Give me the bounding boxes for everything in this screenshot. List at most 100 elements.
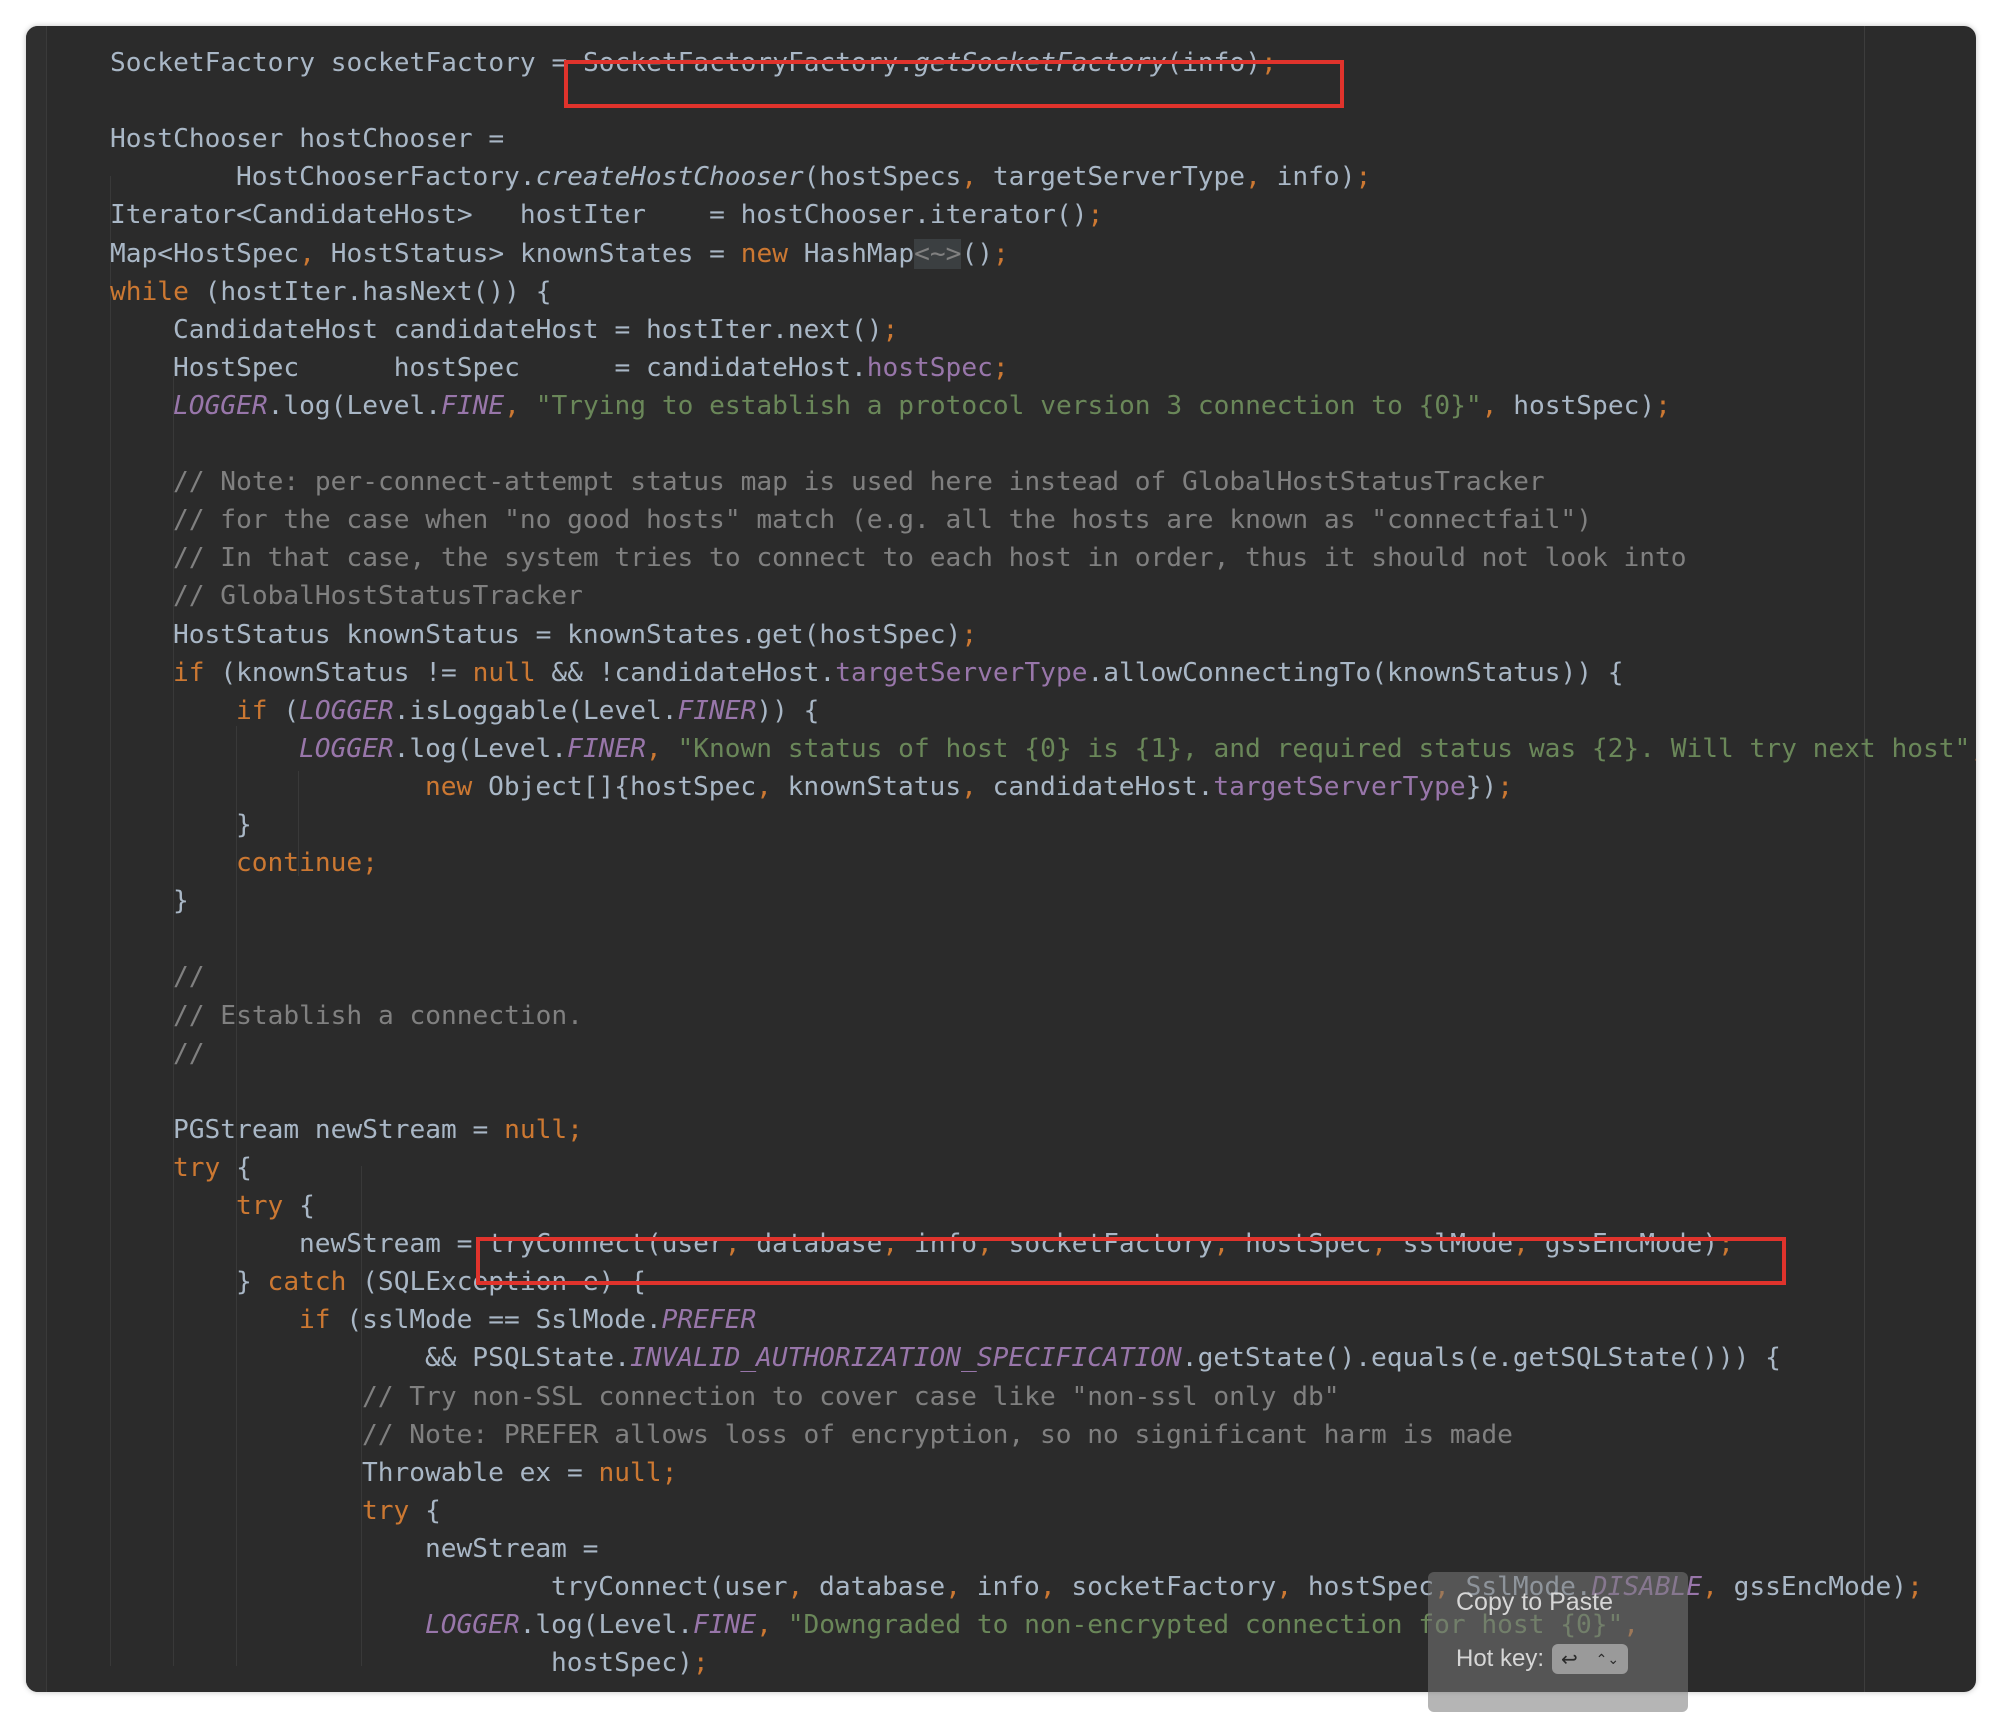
code-line[interactable]: Iterator<CandidateHost> hostIter = hostC… [110, 196, 1103, 234]
code-token: if [236, 695, 268, 726]
code-line[interactable]: } catch (SQLException e) { [236, 1263, 646, 1301]
code-token: // Try non-SSL connection to cover case … [362, 1381, 1340, 1412]
code-token: while [110, 276, 189, 307]
code-line[interactable]: } [173, 882, 189, 920]
code-token: if [299, 1305, 331, 1336]
code-token: , [1245, 162, 1261, 193]
code-line[interactable]: // Note: PREFER allows loss of encryptio… [362, 1416, 1513, 1454]
code-token: HostSpec hostSpec = candidateHost. [173, 352, 867, 383]
code-line[interactable]: newStream = [425, 1530, 598, 1568]
code-line[interactable]: // Note: per-connect-attempt status map … [173, 463, 1545, 501]
code-token: , [945, 1572, 961, 1602]
code-token: if [173, 657, 205, 688]
code-line[interactable]: while (hostIter.hasNext()) { [110, 273, 551, 311]
code-token: database [740, 1229, 883, 1260]
code-token: info [898, 1229, 978, 1260]
code-line[interactable]: Map<HostSpec, HostStatus> knownStates = … [110, 235, 1009, 273]
code-token: new [425, 771, 473, 802]
code-line[interactable]: SocketFactory socketFactory = SocketFact… [110, 44, 1277, 82]
code-editor-panel[interactable]: SocketFactory socketFactory = SocketFact… [26, 26, 1976, 1692]
code-token: } [236, 1267, 268, 1298]
code-line[interactable]: new Object[]{hostSpec, knownStatus, cand… [425, 768, 1513, 806]
code-line[interactable]: // [173, 1035, 205, 1073]
code-token: createHostChooser [535, 162, 804, 193]
code-token: try [362, 1495, 410, 1526]
code-line[interactable]: // GlobalHostStatusTracker [173, 577, 583, 615]
code-line[interactable]: // In that case, the system tries to con… [173, 539, 1687, 577]
code-line[interactable]: HostStatus knownStatus = knownStates.get… [173, 616, 977, 654]
hotkey-selector[interactable]: ↩ ⌃⌄ [1552, 1644, 1629, 1674]
code-area[interactable]: SocketFactory socketFactory = SocketFact… [110, 26, 1976, 1692]
code-token: targetServerType [977, 162, 1246, 193]
code-line[interactable]: if (sslMode == SslMode.PREFER [299, 1301, 756, 1339]
code-line[interactable]: if (LOGGER.isLoggable(Level.FINER)) { [236, 692, 819, 730]
code-token: gssEncMode) [1717, 1572, 1908, 1602]
code-token: socketFactory [992, 1229, 1214, 1260]
code-token: }) [1465, 771, 1498, 802]
code-token: hostSpec [1229, 1229, 1372, 1260]
code-token: // GlobalHostStatusTracker [173, 581, 583, 612]
code-token: HostStatus> knownStates = [314, 238, 741, 269]
code-line[interactable]: tryConnect(user, database, info, socketF… [551, 1568, 1923, 1606]
code-token: && !candidateHost. [535, 657, 836, 688]
editor-gutter [26, 26, 47, 1692]
code-line[interactable]: // Try non-SSL connection to cover case … [362, 1378, 1340, 1416]
code-line[interactable]: && PSQLState.INVALID_AUTHORIZATION_SPECI… [425, 1339, 1781, 1377]
code-token: ( [267, 695, 300, 726]
code-token: , [1481, 390, 1498, 421]
code-token: tryConnect(user [551, 1572, 788, 1602]
code-line[interactable]: Throwable ex = null; [362, 1454, 677, 1492]
code-line[interactable]: newStream = tryConnect(user, database, i… [299, 1225, 1734, 1263]
code-token: HostStatus knownStatus = knownStates.get… [173, 619, 962, 650]
code-token: ; [1907, 1572, 1923, 1602]
code-token: , [1371, 1229, 1387, 1260]
code-token: { [283, 1191, 315, 1221]
copy-to-paste-tooltip[interactable]: Copy to Paste Hot key: ↩ ⌃⌄ [1428, 1572, 1688, 1712]
code-line[interactable]: if (knownStatus != null && !candidateHos… [173, 654, 1624, 692]
code-line[interactable]: HostChooserFactory.createHostChooser(hos… [236, 158, 1371, 196]
code-line[interactable]: CandidateHost candidateHost = hostIter.n… [173, 311, 898, 349]
code-token: (SQLException e) { [346, 1267, 646, 1298]
code-token: .log(Level. [519, 1610, 694, 1641]
code-token: ; [692, 1648, 709, 1679]
code-line[interactable]: try { [173, 1149, 252, 1187]
code-line[interactable]: LOGGER.log(Level.FINE, "Trying to establ… [173, 387, 1671, 425]
code-token: ; [993, 238, 1009, 269]
code-token: Map<HostSpec [110, 238, 300, 269]
code-token: hostSpec) [1497, 390, 1656, 421]
code-token: LOGGER [299, 695, 394, 726]
code-token: null; [598, 1457, 678, 1488]
code-token: ; [1355, 162, 1372, 193]
code-token: , [504, 390, 520, 421]
code-token: // Establish a connection. [173, 1000, 583, 1031]
code-token: candidateHost. [976, 771, 1214, 802]
code-token: } [173, 886, 189, 917]
code-line[interactable]: continue; [236, 844, 378, 882]
code-line[interactable]: // Establish a connection. [173, 997, 583, 1035]
code-token: ; [961, 619, 978, 650]
hotkey-label: Hot key: [1456, 1645, 1545, 1672]
code-line[interactable]: PGStream newStream = null; [173, 1111, 583, 1149]
code-line[interactable]: try { [362, 1492, 441, 1530]
code-line[interactable]: hostSpec); [551, 1644, 709, 1682]
code-line[interactable]: } [236, 806, 252, 844]
code-token: )) { [756, 695, 820, 726]
code-token: hostSpec [866, 352, 993, 383]
code-line[interactable]: try { [236, 1187, 315, 1225]
code-token: // [173, 962, 205, 993]
code-line[interactable]: LOGGER.log(Level.FINER, "Known status of… [299, 730, 1976, 768]
code-token: ; [1655, 390, 1671, 421]
code-line[interactable]: HostChooser hostChooser = [110, 120, 504, 158]
code-token: LOGGER [425, 1610, 520, 1641]
tooltip-hotkey-row: Hot key: ↩ ⌃⌄ [1456, 1644, 1629, 1674]
code-token: (sslMode == SslMode. [330, 1305, 662, 1336]
code-line[interactable]: // for the case when "no good hosts" mat… [173, 501, 1592, 539]
code-line[interactable]: HostSpec hostSpec = candidateHost.hostSp… [173, 349, 1009, 387]
code-token: // In that case, the system tries to con… [173, 543, 1687, 574]
code-token: newStream = tryConnect(user [299, 1229, 725, 1260]
code-line[interactable]: // [173, 958, 205, 996]
code-token: , [1276, 1572, 1293, 1602]
code-token: CandidateHost candidateHost = hostIter.n… [173, 314, 883, 345]
code-token: PREFER [661, 1305, 757, 1336]
code-token: FINER [567, 733, 646, 764]
